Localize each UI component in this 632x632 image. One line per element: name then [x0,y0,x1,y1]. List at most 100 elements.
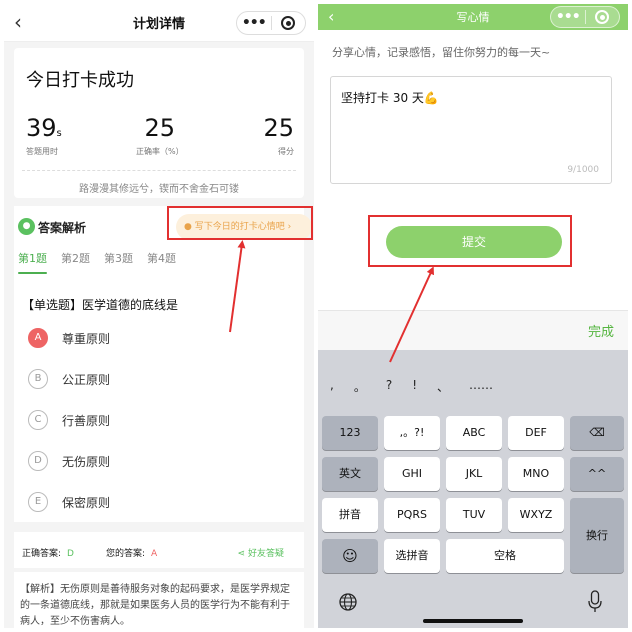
tab-question-2[interactable]: 第2题 [61,250,90,274]
option-text: 公正原则 [62,372,111,387]
option-letter: B [28,369,48,389]
more-icon[interactable]: ••• [551,6,585,28]
microphone-icon[interactable] [588,590,602,614]
close-miniprogram-icon[interactable] [586,10,620,24]
question-tabs: 第1题 第2题 第3题 第4题 [18,250,176,274]
option-text: 尊重原则 [62,331,111,346]
divider [22,170,296,171]
key-emoticon-face[interactable]: ^^ [570,457,624,491]
correct-answer-label: 正确答案: [22,549,62,559]
backspace-icon[interactable]: ⌫ [570,416,624,450]
stat-accuracy-value: 25 [144,114,176,142]
ios-keyboard: , 。 ? ! 、 …… 123 ,。?! ABC DEF ⌫ 英文 GHI J… [318,350,628,628]
tab-question-4[interactable]: 第4题 [147,250,176,274]
stat-accuracy: 25 正确率（%） [136,114,184,157]
globe-icon[interactable] [338,592,358,612]
your-answer-value: A [151,549,158,559]
option-text: 无伤原则 [62,454,111,469]
page-title: 写心情 [456,11,490,24]
key-punct[interactable]: ,。?! [384,416,440,450]
candidate-period[interactable]: 。 [354,378,366,395]
key-wxyz[interactable]: WXYZ [508,498,564,532]
option-b[interactable]: B 公正原则 [28,369,110,389]
key-abc[interactable]: ABC [446,416,502,450]
key-jkl[interactable]: JKL [446,457,502,491]
key-select-pinyin[interactable]: 选拼音 [384,539,440,573]
stat-time-label: 答题用时 [26,147,58,156]
candidate-comma[interactable]: , [330,378,334,395]
question-text: 【单选题】医学道德的底线是 [22,298,179,312]
your-answer-label: 您的答案: [106,549,146,559]
key-english[interactable]: 英文 [322,457,378,491]
option-a[interactable]: A 尊重原则 [28,328,110,348]
stat-score-label: 得分 [278,147,294,156]
correct-answer-value: D [67,549,74,559]
checkin-success-title: 今日打卡成功 [26,70,134,91]
option-text: 行善原则 [62,413,111,428]
option-letter: E [28,492,48,512]
option-letter: A [28,328,48,348]
analysis-title: 答案解析 [38,221,87,235]
key-pinyin[interactable]: 拼音 [322,498,378,532]
nav-bar: ‹ 计划详情 ••• [4,4,314,42]
char-counter: 9/1000 [567,165,599,175]
tab-question-3[interactable]: 第3题 [104,250,133,274]
page-title: 计划详情 [132,17,185,32]
option-text: 保密原则 [62,495,111,510]
option-d[interactable]: D 无伤原则 [28,451,110,471]
your-answer: 您的答案: A [106,546,157,559]
key-newline[interactable]: 换行 [570,498,624,573]
stat-time: 39s 答题用时 [26,114,62,157]
correct-answer: 正确答案: D [22,546,74,559]
keyboard-accessory-bar: 完成 [318,310,628,350]
candidate-exclaim[interactable]: ! [412,378,417,395]
emoji-icon[interactable]: ☺ [322,539,378,573]
option-e[interactable]: E 保密原则 [28,492,110,512]
candidate-question[interactable]: ? [386,378,392,395]
analysis-icon: ● [18,218,35,235]
submit-button[interactable]: 提交 [386,226,562,258]
answer-summary-bar: 正确答案: D 您的答案: A ⋖ 好友答疑 [14,532,304,568]
mood-textarea[interactable]: 坚持打卡 30 天💪 9/1000 [330,76,612,184]
key-space[interactable]: 空格 [446,539,564,573]
ask-friend-label: 好友答疑 [247,549,284,559]
option-c[interactable]: C 行善原则 [28,410,110,430]
stat-accuracy-label: 正确率（%） [136,147,184,156]
key-ghi[interactable]: GHI [384,457,440,491]
nav-bar: ‹ 写心情 ••• [318,4,628,30]
option-letter: C [28,410,48,430]
candidate-bar: , 。 ? ! 、 …… [330,378,493,395]
back-icon[interactable]: ‹ [14,12,22,32]
checkin-result-card: 今日打卡成功 39s 答题用时 25 正确率（%） 25 得分 路漫漫其修远兮，… [14,48,304,198]
mood-input-value: 坚持打卡 30 天💪 [341,91,439,105]
plan-detail-screen: ‹ 计划详情 ••• 今日打卡成功 39s 答题用时 25 正确率（%） 25 … [4,4,314,628]
candidate-ellipsis[interactable]: …… [469,378,493,395]
write-mood-screen: ‹ 写心情 ••• 分享心情，记录感悟，留住你努力的每一天~ 坚持打卡 30 天… [318,4,628,628]
candidate-enum-comma[interactable]: 、 [437,378,449,395]
stat-time-unit: s [56,128,62,139]
back-icon[interactable]: ‹ [328,7,334,27]
explanation-text: 【解析】无伤原则是善待服务对象的起码要求，是医学界规定的一条道德底线，那就是如果… [14,572,304,628]
tab-question-1[interactable]: 第1题 [18,250,47,274]
miniprogram-capsule: ••• [550,6,620,28]
mood-subtitle: 分享心情，记录感悟，留住你努力的每一天~ [332,46,551,59]
home-indicator [423,619,523,623]
key-mno[interactable]: MNO [508,457,564,491]
more-icon[interactable]: ••• [237,12,271,34]
key-def[interactable]: DEF [508,416,564,450]
key-tuv[interactable]: TUV [446,498,502,532]
share-icon: ⋖ [237,549,248,559]
done-button[interactable]: 完成 [588,321,614,340]
stat-score-value: 25 [263,114,294,142]
key-123[interactable]: 123 [322,416,378,450]
key-pqrs[interactable]: PQRS [384,498,440,532]
close-miniprogram-icon[interactable] [272,16,306,30]
answer-analysis-card: ● 答案解析 ● 写下今日的打卡心情吧 › 第1题 第2题 第3题 第4题 【单… [14,206,312,522]
stat-time-value: 39 [26,114,57,142]
miniprogram-capsule: ••• [236,11,306,35]
stat-score: 25 得分 [263,114,294,157]
annotation-highlight-box [167,206,313,240]
option-letter: D [28,451,48,471]
ask-friend-button[interactable]: ⋖ 好友答疑 [238,546,284,559]
motto-text: 路漫漫其修远兮，锲而不舍金石可镂 [79,184,239,195]
